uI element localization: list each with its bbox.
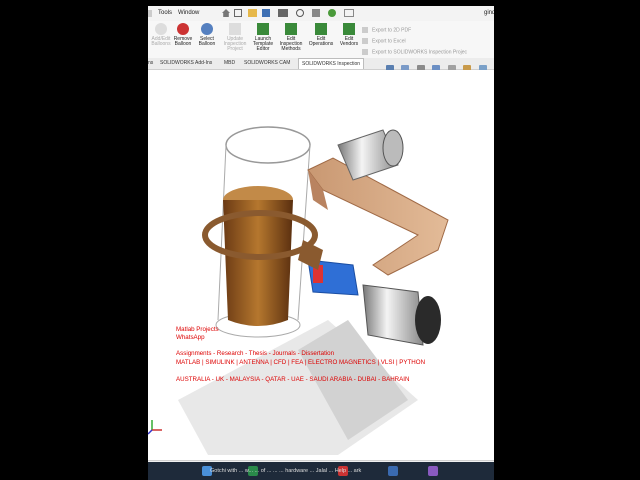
home-icon[interactable] xyxy=(222,9,230,17)
launch-template-editor-button[interactable]: Launch Template Editor xyxy=(250,23,276,61)
select-balloons-button[interactable]: Select Balloon xyxy=(194,23,220,61)
update-inspection-project-button[interactable]: Update Inspection Project xyxy=(222,23,248,61)
taskbar-edge-icon[interactable] xyxy=(388,466,398,476)
inspection-methods-icon xyxy=(285,23,297,35)
inspection-export-icon xyxy=(362,49,368,55)
update-project-icon xyxy=(229,23,241,35)
excel-icon xyxy=(362,38,368,44)
balloon-icon xyxy=(155,23,167,35)
heads-up-view-toolbar xyxy=(386,59,494,90)
watermark-line-3: Assignments - Research - Thesis - Journa… xyxy=(176,350,335,357)
vendors-icon xyxy=(343,23,355,35)
cup-body xyxy=(223,200,293,326)
tab-solidworks-add-ins[interactable]: SOLIDWORKS Add-Ins xyxy=(160,60,212,66)
export-sw-inspection-button[interactable]: Export to SOLIDWORKS Inspection Projec xyxy=(362,49,467,55)
tab-mbd[interactable]: MBD xyxy=(224,60,235,66)
watermark-line-4: MATLAB | SIMULINK | ANTENNA | CFD | FEA … xyxy=(176,359,426,366)
menu-window[interactable]: Window xyxy=(178,10,199,16)
watermark-line-5: AUSTRALIA - UK - MALAYSIA - QATAR - UAE … xyxy=(176,376,410,383)
graphics-viewport[interactable]: Matlab Projects WhatsApp Assignments - R… xyxy=(148,70,494,460)
menu-bar: Tools Window gind xyxy=(148,6,494,21)
rebuild-icon[interactable] xyxy=(328,9,336,17)
select-icon[interactable] xyxy=(312,9,320,17)
watermark-line-2: WhatsApp xyxy=(176,334,205,341)
menu-tools[interactable]: Tools xyxy=(158,10,172,16)
menu-cut-icon[interactable] xyxy=(148,10,152,17)
operations-icon xyxy=(315,23,327,35)
edit-operations-button[interactable]: Edit Operations xyxy=(308,23,334,61)
edit-vendors-button[interactable]: Edit Vendors xyxy=(336,23,362,61)
taskbar-teams-icon[interactable] xyxy=(428,466,438,476)
save-icon[interactable] xyxy=(262,9,270,17)
lower-motor xyxy=(362,284,424,346)
pdf-icon xyxy=(362,27,368,33)
export-2d-pdf-button[interactable]: Export to 2D PDF xyxy=(362,27,411,33)
options-icon[interactable] xyxy=(344,9,354,17)
glass-rim xyxy=(225,126,311,164)
tab-solidworks-inspection[interactable]: SOLIDWORKS Inspection xyxy=(298,58,365,69)
template-editor-icon xyxy=(257,23,269,35)
undo-icon[interactable] xyxy=(296,9,304,17)
watermark-line-1: Matlab Projects xyxy=(176,326,219,333)
taskbar-text: Gotchi with ... w... ... of ... ... ... … xyxy=(210,468,362,474)
print-icon[interactable] xyxy=(278,9,288,17)
tab-ns[interactable]: ns xyxy=(148,60,153,66)
remove-balloon-icon xyxy=(177,23,189,35)
lower-motor-cap xyxy=(415,296,441,344)
new-file-icon[interactable] xyxy=(234,9,242,17)
top-motor-cap xyxy=(382,129,404,167)
tab-solidworks-cam[interactable]: SOLIDWORKS CAM xyxy=(244,60,290,66)
open-folder-icon[interactable] xyxy=(248,9,257,17)
axis-triad xyxy=(148,420,162,435)
export-excel-button[interactable]: Export to Excel xyxy=(362,38,406,44)
edit-inspection-methods-button[interactable]: Edit Inspection Methods xyxy=(278,23,304,61)
solidworks-window: Tools Window gind Add/Edit Balloons Remo… xyxy=(148,6,494,474)
document-title: gind xyxy=(484,10,494,16)
cad-model-render xyxy=(148,126,449,455)
select-balloon-icon xyxy=(201,23,213,35)
wooden-arm xyxy=(307,157,449,276)
remove-balloons-button[interactable]: Remove Balloon xyxy=(170,23,196,61)
